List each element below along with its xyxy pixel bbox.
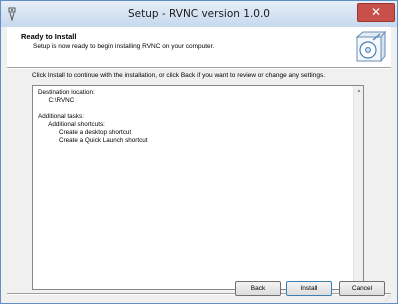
scroll-up-arrow-icon[interactable]: ▲ — [354, 86, 364, 96]
page-subtitle: Setup is now ready to begin installing R… — [33, 43, 215, 50]
window-title: Setup - RVNC version 1.0.0 — [128, 8, 270, 20]
install-button[interactable]: Install — [286, 281, 332, 296]
setup-window: Setup - RVNC version 1.0.0 ✕ Ready to In… — [0, 0, 398, 304]
page-title: Ready to Install — [21, 32, 77, 41]
settings-summary-box[interactable]: Destination location: C:\RVNC Additional… — [32, 85, 364, 290]
footer-separator — [7, 293, 391, 295]
setup-app-icon — [8, 7, 16, 21]
wizard-body: Ready to Install Setup is now ready to b… — [7, 27, 391, 299]
instruction-text: Click Install to continue with the insta… — [32, 72, 326, 79]
summary-text: Destination location: C:\RVNC Additional… — [38, 89, 148, 144]
wizard-header: Ready to Install Setup is now ready to b… — [7, 27, 391, 67]
installer-disc-icon — [355, 30, 387, 63]
close-button[interactable]: ✕ — [357, 3, 395, 22]
cancel-button[interactable]: Cancel — [339, 281, 385, 296]
header-separator — [7, 67, 391, 69]
summary-scrollbar[interactable]: ▲ ▼ — [353, 86, 363, 289]
back-button[interactable]: Back — [235, 281, 281, 296]
title-bar[interactable]: Setup - RVNC version 1.0.0 ✕ — [1, 1, 397, 27]
resize-grip-icon[interactable]: ⋰ — [385, 295, 395, 303]
